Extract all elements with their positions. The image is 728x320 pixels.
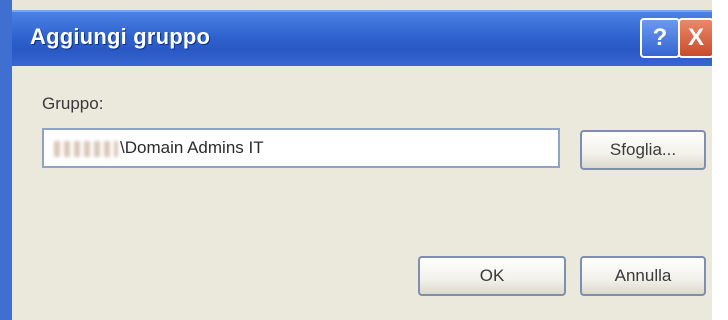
group-input-value: \Domain Admins IT bbox=[120, 138, 264, 157]
ok-button[interactable]: OK bbox=[418, 256, 566, 296]
browse-button[interactable]: Sfoglia... bbox=[580, 130, 706, 170]
window-title: Aggiungi gruppo bbox=[30, 24, 211, 49]
redacted-domain bbox=[54, 140, 118, 157]
dialog-content: Gruppo: \Domain Admins IT Sfoglia... OK … bbox=[12, 66, 712, 320]
cancel-button[interactable]: Annulla bbox=[580, 256, 706, 296]
help-button[interactable]: ? bbox=[640, 18, 680, 58]
browse-button-label: Sfoglia... bbox=[609, 140, 677, 159]
title-bar[interactable]: Aggiungi gruppo ? X bbox=[12, 10, 714, 66]
close-button[interactable]: X bbox=[678, 18, 714, 58]
ok-button-label: OK bbox=[479, 266, 505, 285]
cancel-button-label: Annulla bbox=[614, 266, 672, 285]
group-input[interactable]: \Domain Admins IT bbox=[42, 128, 560, 168]
group-label: Gruppo: bbox=[42, 94, 104, 113]
add-group-dialog: Aggiungi gruppo ? X Gruppo: \Domain Admi… bbox=[0, 0, 728, 320]
help-icon: ? bbox=[652, 24, 668, 51]
close-icon: X bbox=[687, 24, 704, 51]
